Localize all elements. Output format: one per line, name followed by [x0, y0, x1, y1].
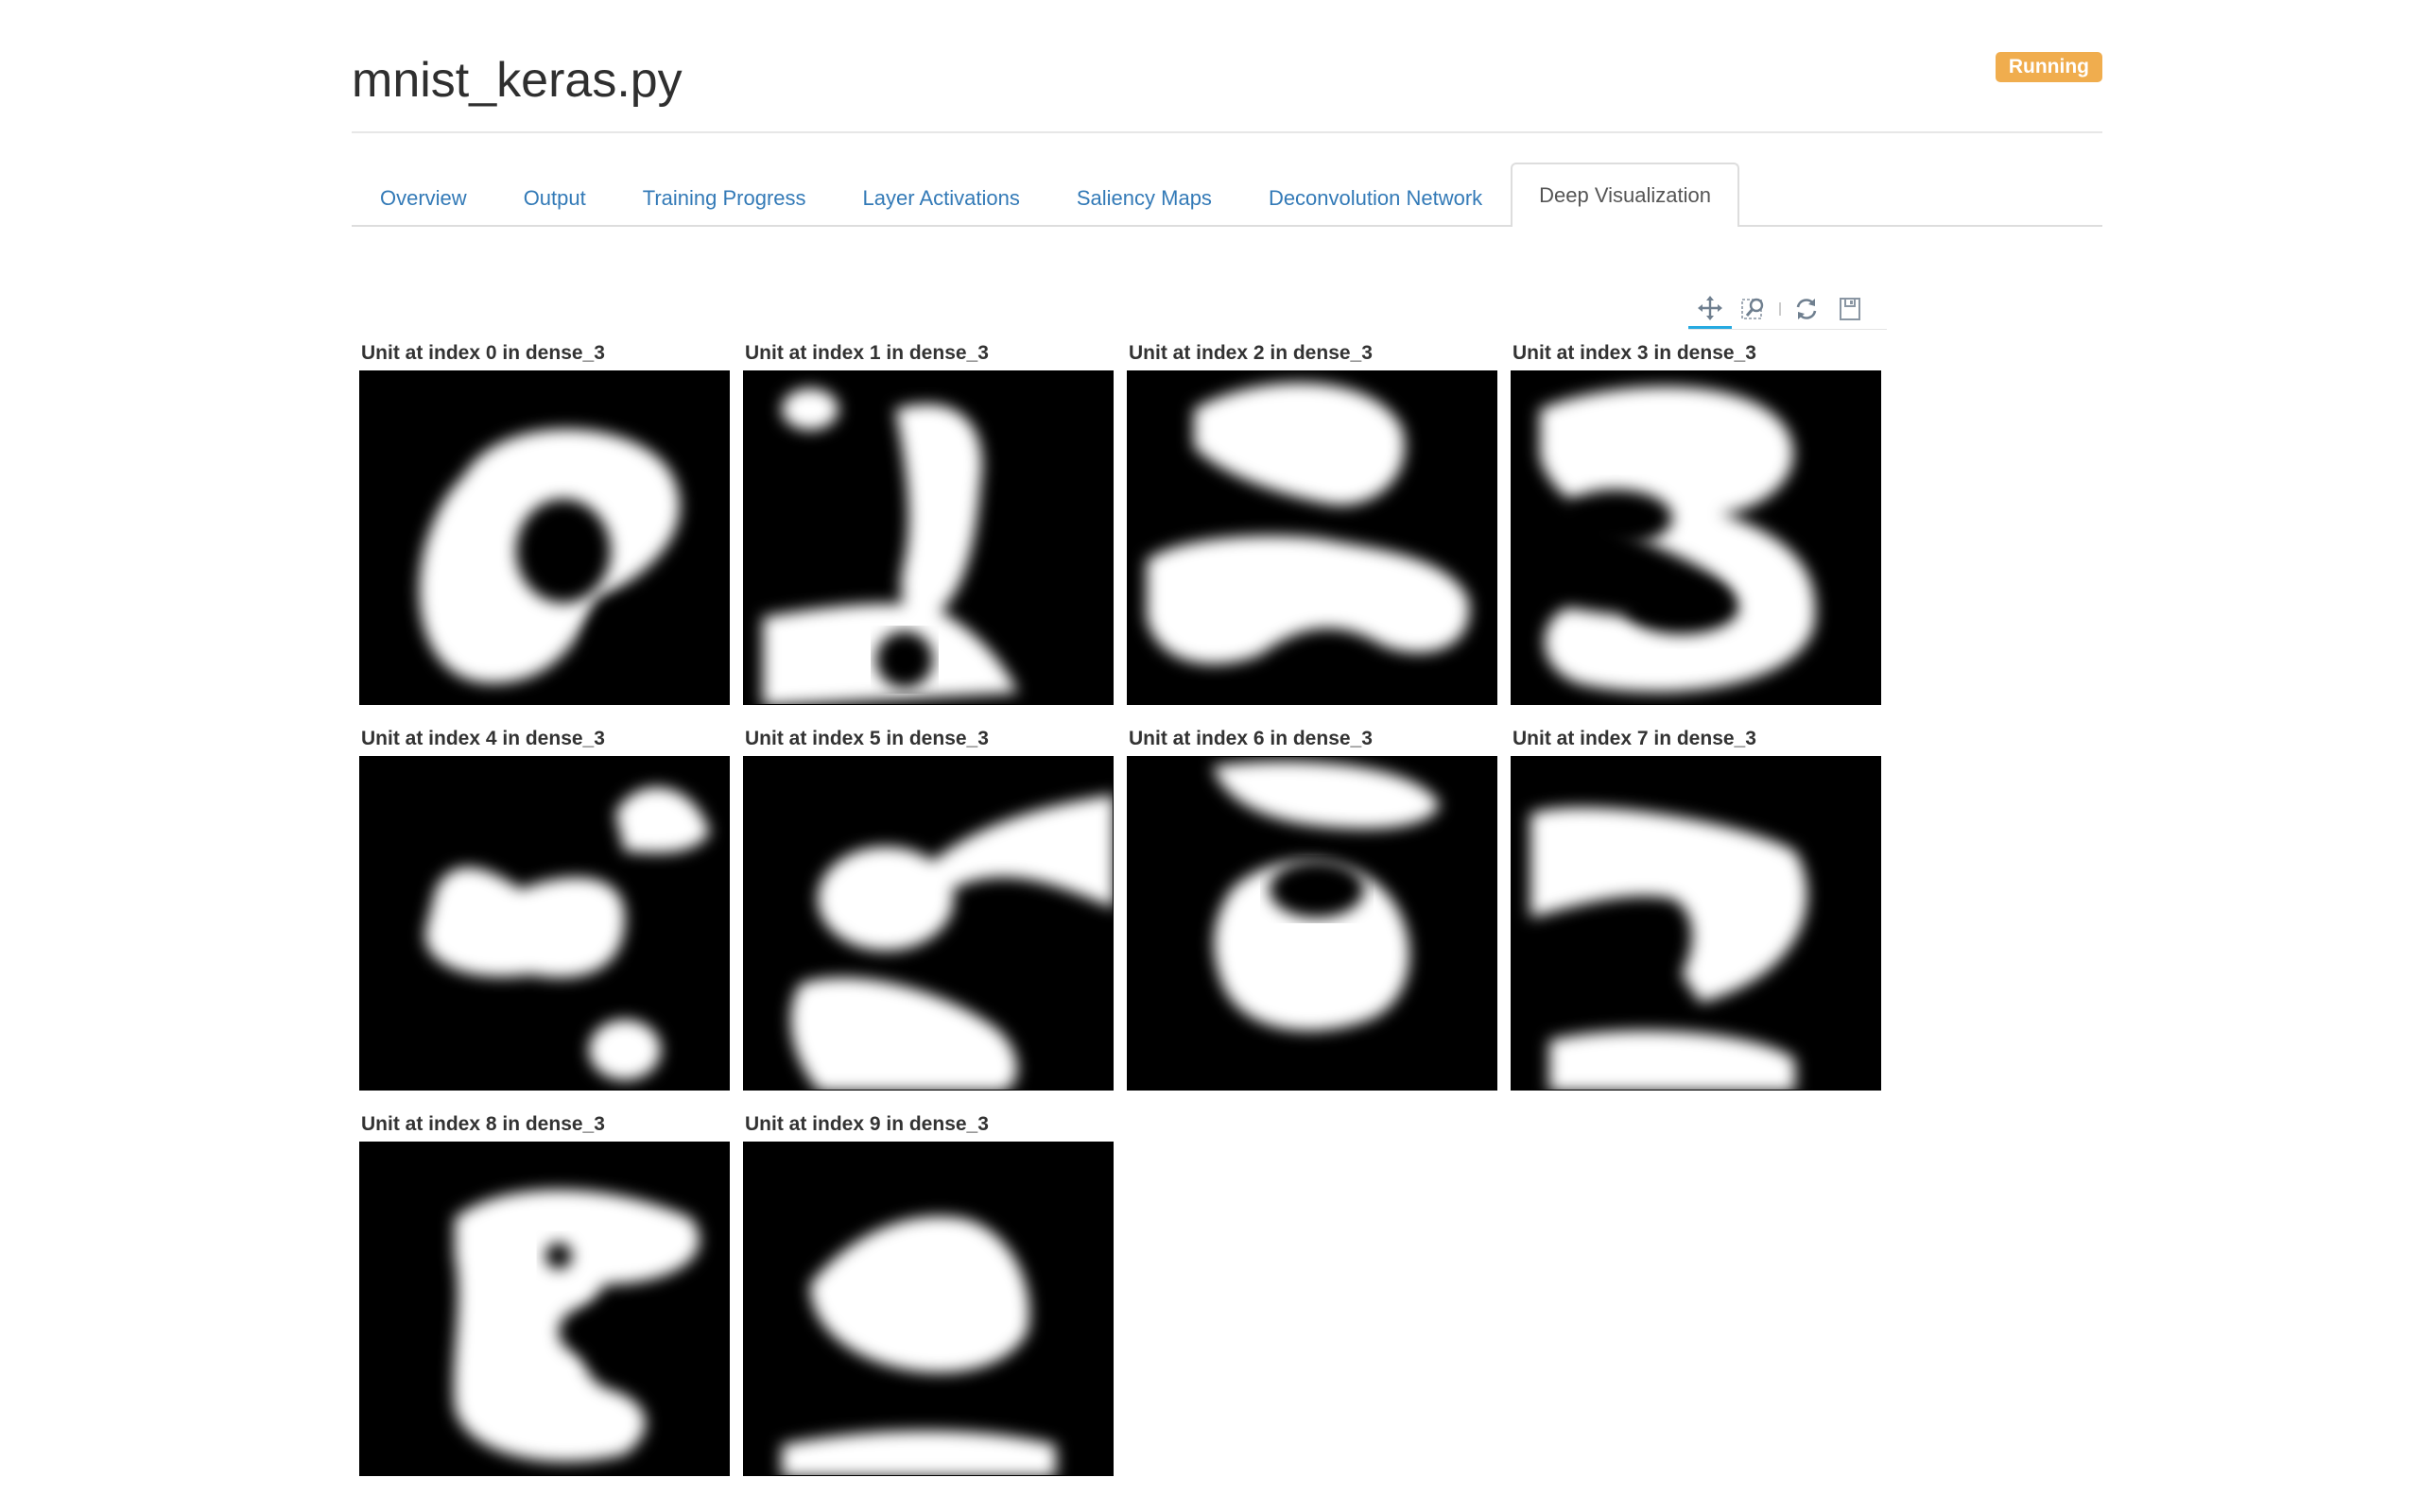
reset-tool-button[interactable] — [1785, 289, 1828, 329]
visualization-cell: Unit at index 9 in dense_3 — [743, 1111, 1114, 1489]
tab-training-progress[interactable]: Training Progress — [614, 166, 835, 227]
page-header: mnist_keras.py Running — [352, 42, 2102, 133]
visualization-image[interactable] — [1511, 370, 1881, 705]
visualization-image[interactable] — [359, 1142, 730, 1476]
visualization-label: Unit at index 1 in dense_3 — [745, 342, 989, 364]
save-icon — [1840, 298, 1860, 320]
tab-overview[interactable]: Overview — [352, 166, 495, 227]
tab-layer-activations[interactable]: Layer Activations — [835, 166, 1048, 227]
visualization-label: Unit at index 6 in dense_3 — [1129, 728, 1373, 749]
deep-visualization-page: mnist_keras.py Running Overview Output T… — [0, 0, 2420, 1512]
visualization-cell: Unit at index 1 in dense_3 — [743, 340, 1114, 718]
page-title: mnist_keras.py — [352, 53, 683, 108]
visualization-cell: Unit at index 2 in dense_3 — [1127, 340, 1497, 718]
box-zoom-tool-button[interactable] — [1732, 289, 1775, 329]
visualization-image[interactable] — [743, 756, 1114, 1091]
tab-deep-visualization[interactable]: Deep Visualization — [1511, 163, 1739, 227]
visualization-cell: Unit at index 0 in dense_3 — [359, 340, 730, 718]
visualization-cell: Unit at index 4 in dense_3 — [359, 726, 730, 1104]
reset-icon — [1796, 299, 1817, 319]
box-zoom-icon — [1741, 298, 1764, 319]
visualization-label: Unit at index 5 in dense_3 — [745, 728, 989, 749]
tab-output[interactable]: Output — [495, 166, 614, 227]
visualization-image[interactable] — [743, 1142, 1114, 1476]
tab-saliency-maps[interactable]: Saliency Maps — [1048, 166, 1240, 227]
visualization-label: Unit at index 9 in dense_3 — [745, 1113, 989, 1135]
visualization-cell: Unit at index 8 in dense_3 — [359, 1111, 730, 1489]
toolbar-underline — [1688, 329, 1887, 330]
visualization-label: Unit at index 4 in dense_3 — [361, 728, 605, 749]
visualization-label: Unit at index 7 in dense_3 — [1512, 728, 1756, 749]
visualization-label: Unit at index 8 in dense_3 — [361, 1113, 605, 1135]
save-tool-button[interactable] — [1828, 289, 1872, 329]
visualization-cell: Unit at index 3 in dense_3 — [1511, 340, 1881, 718]
toolbar-separator — [1779, 302, 1781, 316]
visualization-cell: Unit at index 6 in dense_3 — [1127, 726, 1497, 1104]
visualization-cell: Unit at index 5 in dense_3 — [743, 726, 1114, 1104]
visualization-image[interactable] — [359, 756, 730, 1091]
visualization-label: Unit at index 0 in dense_3 — [361, 342, 605, 364]
visualization-image[interactable] — [1511, 756, 1881, 1091]
visualization-image[interactable] — [359, 370, 730, 705]
plot-toolbar — [1688, 289, 1887, 329]
tab-deconvolution-network[interactable]: Deconvolution Network — [1240, 166, 1511, 227]
visualization-image[interactable] — [1127, 756, 1497, 1091]
visualization-image[interactable] — [743, 370, 1114, 705]
pan-tool-button[interactable] — [1688, 289, 1732, 329]
visualization-image[interactable] — [1127, 370, 1497, 705]
visualization-cell: Unit at index 7 in dense_3 — [1511, 726, 1881, 1104]
pan-icon — [1698, 295, 1722, 320]
tab-bar: Overview Output Training Progress Layer … — [352, 163, 2102, 227]
visualization-label: Unit at index 2 in dense_3 — [1129, 342, 1373, 364]
visualization-label: Unit at index 3 in dense_3 — [1512, 342, 1756, 364]
status-badge: Running — [1995, 52, 2102, 82]
